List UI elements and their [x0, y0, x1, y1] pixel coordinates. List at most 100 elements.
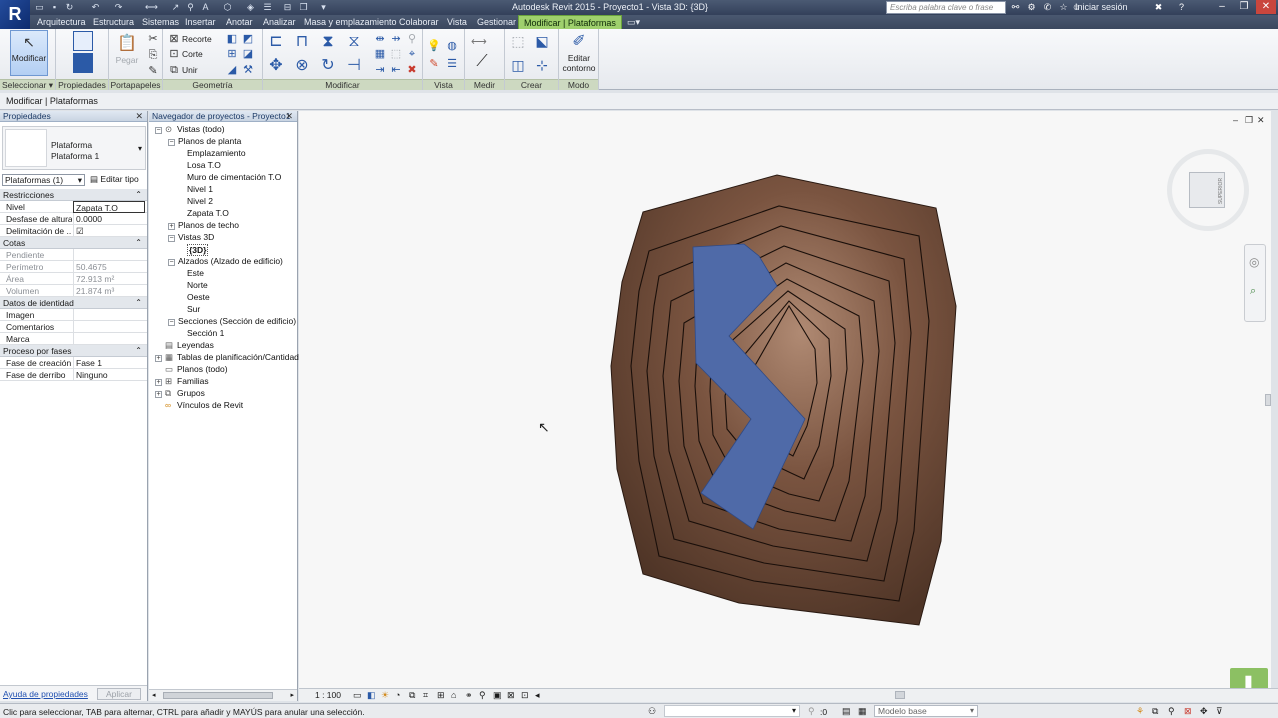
apply-button[interactable]: Aplicar	[97, 688, 141, 700]
workset-select[interactable]: ▾	[664, 705, 800, 717]
section-icon[interactable]: ◈	[245, 2, 256, 13]
crop-view-icon[interactable]: ⌗	[423, 690, 428, 701]
browser-node[interactable]: Planos de planta	[178, 136, 241, 146]
browser-node[interactable]: Nivel 1	[187, 184, 213, 194]
type-properties-button[interactable]	[70, 31, 96, 75]
close-button[interactable]: ✕	[1256, 0, 1276, 14]
match-type-icon[interactable]: ✎	[146, 64, 160, 78]
browser-node[interactable]: Secciones (Sección de edificio)	[178, 316, 296, 326]
steering-wheel-icon[interactable]: ◎	[1249, 255, 1259, 269]
scroll-thumb[interactable]	[163, 692, 273, 699]
cope-button[interactable]: Recorte	[182, 34, 212, 44]
property-value[interactable]: ☑	[73, 225, 145, 237]
create-similar-icon[interactable]: ⊹	[535, 58, 549, 72]
paint-icon[interactable]: ◩	[241, 32, 255, 46]
tab-insert[interactable]: Insertar	[180, 15, 221, 29]
browser-horizontal-scrollbar[interactable]: ◂ ▸	[149, 689, 297, 701]
rotate-icon[interactable]: ↻	[321, 58, 335, 74]
ribbon-minimize-icon[interactable]: ▭▾	[622, 15, 645, 29]
edit-boundary-button[interactable]: ✐ Editar contorno	[561, 31, 597, 73]
close-icon[interactable]: ✕	[135, 111, 143, 122]
design-option-select[interactable]: Modelo base ▾	[874, 705, 978, 717]
edit-type-button[interactable]: ▤ Editar tipo	[90, 174, 139, 185]
maximize-button[interactable]: ❐	[1234, 0, 1254, 14]
tree-collapse-icon[interactable]: −	[168, 319, 175, 326]
browser-node[interactable]: Sur	[187, 304, 200, 314]
viewport-scroll-thumb[interactable]	[1265, 394, 1271, 406]
browser-node[interactable]: Oeste	[187, 292, 210, 302]
property-group[interactable]: Restricciones ⌃	[0, 189, 147, 201]
browser-node[interactable]: Leyendas	[177, 340, 214, 350]
join-roof-icon[interactable]: ◢	[225, 63, 239, 77]
rendering-icon[interactable]: ⧉	[409, 690, 415, 701]
aligned-dimension-icon[interactable]: ⟋	[475, 54, 489, 70]
browser-node[interactable]: Norte	[187, 280, 208, 290]
line-style-icon[interactable]: ☰	[445, 57, 459, 71]
tab-manage[interactable]: Gestionar	[472, 15, 521, 29]
help-search-input[interactable]: Escriba palabra clave o frase	[886, 1, 1006, 14]
cope-icon[interactable]: ⊠	[167, 32, 181, 46]
demolish-icon[interactable]: ◪	[241, 47, 255, 61]
view-restore-icon[interactable]: ❐	[1245, 115, 1253, 126]
browser-node[interactable]: Sección 1	[187, 328, 224, 338]
tab-architecture[interactable]: Arquitectura	[32, 15, 91, 29]
select-links-icon[interactable]: ⚘	[1136, 706, 1144, 717]
minimize-button[interactable]: –	[1212, 0, 1232, 14]
create-parts-icon[interactable]: ⬚	[511, 34, 525, 48]
property-value[interactable]	[73, 321, 145, 333]
scale-icon[interactable]: ⬚	[389, 47, 403, 61]
help-icon[interactable]: ?	[1176, 2, 1187, 13]
chevron-down-icon[interactable]: ▾	[138, 144, 142, 153]
dimension-icon[interactable]: ↗	[170, 2, 181, 13]
undo-icon[interactable]: ↶	[90, 2, 101, 13]
tab-analyze[interactable]: Analizar	[258, 15, 301, 29]
join-button[interactable]: Unir	[182, 65, 198, 75]
trim-multiple-icon[interactable]: ⇤	[389, 63, 403, 77]
browser-node[interactable]: Familias	[177, 376, 209, 386]
analytical-model-icon[interactable]: ⊡	[521, 690, 529, 701]
close-icon[interactable]: ✕	[285, 111, 293, 122]
browser-node[interactable]: Planos (todo)	[177, 364, 228, 374]
save-icon[interactable]: ▪	[49, 2, 60, 13]
property-group[interactable]: Datos de identidad ⌃	[0, 297, 147, 309]
move-icon[interactable]: ✥	[269, 58, 283, 74]
shadows-icon[interactable]: ◔	[395, 690, 400, 700]
properties-help-link[interactable]: Ayuda de propiedades	[3, 689, 88, 699]
worksets-icon[interactable]: ⚇	[648, 706, 656, 717]
browser-node[interactable]: Grupos	[177, 388, 205, 398]
detail-level-icon[interactable]: ▭	[353, 690, 362, 701]
mirror-axis-icon[interactable]: ⧗	[321, 34, 335, 50]
cut-icon[interactable]: ✂	[146, 32, 160, 46]
property-group[interactable]: Cotas ⌃	[0, 237, 147, 249]
select-underlay-icon[interactable]: ⧉	[1152, 706, 1158, 717]
collapse-icon[interactable]: ⌃	[135, 345, 142, 357]
cut-geometry-button[interactable]: Corte	[182, 49, 203, 59]
tree-expand-icon[interactable]: +	[155, 379, 162, 386]
scroll-left-icon[interactable]: ◂	[535, 690, 540, 701]
tree-collapse-icon[interactable]: −	[168, 139, 175, 146]
customize-qat-icon[interactable]: ▾	[318, 2, 329, 13]
property-value[interactable]	[73, 309, 145, 321]
instance-filter-select[interactable]: Plataformas (1) ▾	[2, 174, 85, 186]
property-value[interactable]: 0.0000	[73, 213, 145, 225]
zoom-icon[interactable]: ⌕	[1250, 285, 1256, 298]
temp-view-props-icon[interactable]: ▣	[493, 690, 502, 701]
sync-icon[interactable]: ↻	[64, 2, 75, 13]
subscription-icon[interactable]: ⚙	[1026, 2, 1037, 13]
copy-elements-icon[interactable]: ⊗	[295, 58, 309, 74]
unpin-icon[interactable]: ⌖	[405, 47, 419, 61]
delete-icon[interactable]: ✖	[405, 63, 419, 77]
open-icon[interactable]: ▭	[34, 2, 45, 13]
split-icon[interactable]: ⇹	[373, 32, 387, 46]
view-minimize-icon[interactable]: –	[1233, 115, 1238, 125]
cut-geometry-icon[interactable]: ⊡	[167, 47, 181, 61]
wall-joins-icon[interactable]: ⊞	[225, 47, 239, 61]
switch-windows-icon[interactable]: ❐	[298, 2, 309, 13]
copy-icon[interactable]: ⎘	[146, 48, 160, 62]
tab-view[interactable]: Vista	[442, 15, 472, 29]
lock-view-icon[interactable]: ⌂	[451, 690, 456, 700]
browser-node[interactable]: Alzados (Alzado de edificio)	[178, 256, 283, 266]
scroll-right-icon[interactable]: ▸	[290, 691, 294, 699]
browser-node[interactable]: {3D}	[187, 244, 209, 256]
align-icon[interactable]: ⊏	[269, 34, 283, 50]
